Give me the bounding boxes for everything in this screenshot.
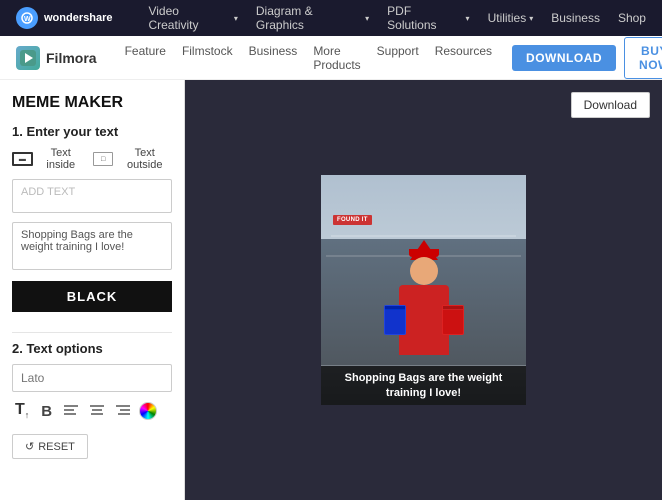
text-outside-btn[interactable]: □ Text outside	[93, 147, 172, 171]
meme-person	[384, 245, 464, 365]
meme-caption: Shopping Bags are the weight training I …	[321, 366, 526, 405]
second-nav-items: Feature Filmstock Business More Products…	[125, 44, 492, 72]
font-selector-input[interactable]	[12, 364, 172, 392]
buy-now-button[interactable]: BUY NOW	[624, 37, 662, 79]
color-black-button[interactable]: BLACK	[12, 281, 172, 312]
svg-text:W: W	[24, 16, 31, 23]
chevron-down-icon: ▾	[234, 14, 238, 23]
color-picker[interactable]	[139, 402, 157, 420]
section1-title: 1. Enter your text	[12, 124, 172, 139]
align-center-button[interactable]	[87, 402, 107, 420]
nav2-support[interactable]: Support	[377, 44, 419, 72]
top-nav: W wondershare Video Creativity ▾ Diagram…	[0, 0, 662, 36]
chevron-down-icon: ▾	[529, 14, 533, 23]
reset-icon: ↺	[25, 440, 34, 453]
bag-left	[384, 305, 406, 335]
nav2-business[interactable]: Business	[249, 44, 298, 72]
second-nav: Filmora Feature Filmstock Business More …	[0, 36, 662, 80]
logo[interactable]: W wondershare	[16, 7, 112, 29]
download-button[interactable]: DOWNLOAD	[512, 45, 616, 71]
found-it-tag: FOUND IT	[333, 215, 372, 225]
bold-button[interactable]: B	[38, 402, 55, 421]
top-nav-items: Video Creativity ▾ Diagram & Graphics ▾ …	[148, 4, 646, 32]
text-inside-btn[interactable]: ▬ Text inside	[12, 147, 85, 171]
text-outside-icon: □	[93, 152, 114, 166]
filmora-icon	[16, 46, 40, 70]
meme-maker-title: MEME MAKER	[12, 94, 172, 112]
nav2-filmstock[interactable]: Filmstock	[182, 44, 233, 72]
main-layout: MEME MAKER 1. Enter your text ▬ Text ins…	[0, 80, 662, 500]
wondershare-logo-icon: W	[16, 7, 38, 29]
download-area: Download	[571, 92, 650, 118]
nav-item-diagram-graphics[interactable]: Diagram & Graphics ▾	[256, 4, 369, 32]
text-options-row: ▬ Text inside □ Text outside	[12, 147, 172, 171]
section2-title: 2. Text options	[12, 341, 172, 356]
add-text-top-input[interactable]	[12, 179, 172, 213]
align-left-button[interactable]	[61, 402, 81, 420]
nav-item-video-creativity[interactable]: Video Creativity ▾	[148, 4, 237, 32]
nav-item-shop[interactable]: Shop	[618, 11, 646, 25]
logo-text: wondershare	[44, 12, 112, 24]
reset-button[interactable]: ↺ RESET	[12, 434, 88, 459]
add-text-bottom-input[interactable]: Shopping Bags are the weight training I …	[12, 222, 172, 270]
escalator-line	[331, 235, 516, 237]
bag-right	[442, 305, 464, 335]
hat-brim	[409, 249, 439, 257]
text-format-row: T↑ B	[12, 400, 172, 422]
canvas-download-button[interactable]: Download	[571, 92, 650, 118]
nav2-feature[interactable]: Feature	[125, 44, 166, 72]
filmora-name: Filmora	[46, 50, 97, 66]
filmora-brand[interactable]: Filmora	[16, 46, 97, 70]
nav2-more-products[interactable]: More Products	[313, 44, 360, 72]
person-head	[410, 257, 438, 285]
nav-item-business[interactable]: Business	[551, 11, 600, 25]
chevron-down-icon: ▾	[466, 14, 470, 23]
text-inside-icon: ▬	[12, 152, 33, 166]
second-nav-right: DOWNLOAD BUY NOW	[512, 37, 662, 79]
section-divider	[12, 332, 172, 333]
sidebar: MEME MAKER 1. Enter your text ▬ Text ins…	[0, 80, 185, 500]
nav-item-pdf-solutions[interactable]: PDF Solutions ▾	[387, 4, 469, 32]
chevron-down-icon: ▾	[365, 14, 369, 23]
meme-container: FOUND IT Shopping Bags are the weight tr…	[321, 175, 526, 405]
canvas-area: FOUND IT Shopping Bags are the weight tr…	[185, 80, 662, 500]
text-size-button[interactable]: T↑	[12, 400, 32, 422]
align-right-button[interactable]	[113, 402, 133, 420]
nav2-resources[interactable]: Resources	[435, 44, 492, 72]
nav-item-utilities[interactable]: Utilities ▾	[488, 11, 534, 25]
